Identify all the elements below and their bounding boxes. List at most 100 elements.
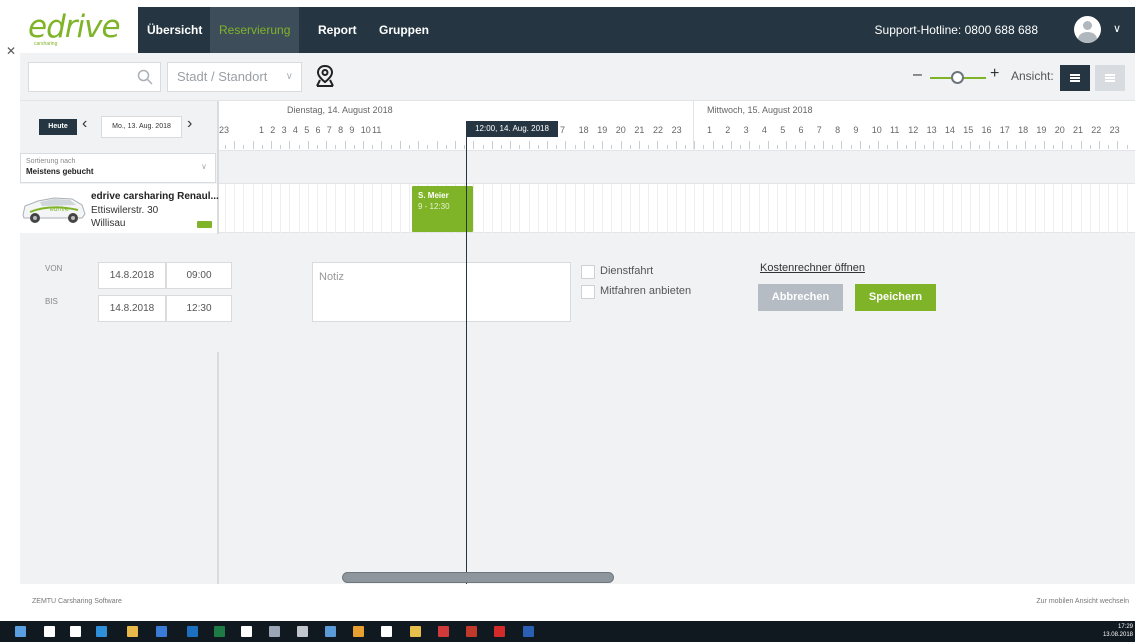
grid-line	[1126, 184, 1128, 233]
timeline-tick	[528, 141, 530, 149]
timeline-tick	[372, 145, 374, 149]
location-select[interactable]: Stadt / Standort ∨	[167, 62, 302, 92]
grid-line	[409, 184, 410, 233]
grid-line	[583, 184, 585, 233]
grid-line	[1016, 184, 1018, 233]
excel-icon[interactable]	[214, 626, 225, 637]
app-icon[interactable]	[438, 626, 449, 637]
word-icon[interactable]	[523, 626, 534, 637]
chevron-right-icon[interactable]: ›	[187, 115, 192, 133]
grid-line	[731, 184, 732, 233]
timeline-tick	[491, 141, 493, 149]
pdf-icon[interactable]	[494, 626, 505, 637]
from-date-input[interactable]: 14.8.2018	[98, 262, 166, 289]
timeline-tick	[666, 145, 668, 149]
today-button[interactable]: Heute	[39, 119, 77, 135]
mobile-view-link[interactable]: Zur mobilen Ansicht wechseln	[1036, 598, 1129, 605]
zoom-slider-handle[interactable]	[951, 71, 964, 84]
nav-reservierung[interactable]: Reservierung	[210, 7, 300, 53]
windows-start-icon[interactable]	[15, 626, 26, 637]
chevron-left-icon[interactable]: ‹	[82, 115, 87, 133]
hour-label: 6	[798, 125, 804, 135]
booking-block[interactable]: S. Meier 9 - 12:30	[412, 186, 473, 232]
zoom-in-button[interactable]: +	[990, 65, 999, 83]
hour-label: 10	[360, 125, 371, 135]
note-textarea[interactable]: Notiz	[312, 262, 571, 322]
timeline-tick	[905, 145, 907, 149]
file-explorer-icon[interactable]	[127, 626, 138, 637]
chevron-down-icon: ∨	[285, 71, 293, 82]
search-icon[interactable]	[136, 68, 154, 86]
timeline-tick	[307, 141, 309, 149]
hour-label: 23	[671, 125, 682, 135]
notepad-icon[interactable]	[241, 626, 252, 637]
nav-uebersicht[interactable]: Übersicht	[138, 7, 211, 53]
search-icon[interactable]	[44, 626, 55, 637]
app-icon[interactable]	[325, 626, 336, 637]
view-label: Ansicht:	[1011, 69, 1054, 83]
sort-select[interactable]: Sortierung nach Meistens gebucht ∨	[20, 153, 216, 183]
business-trip-checkbox[interactable]	[581, 265, 595, 279]
access-icon[interactable]	[466, 626, 477, 637]
compact-view-button[interactable]	[1095, 65, 1125, 91]
app-icon[interactable]	[297, 626, 308, 637]
close-icon[interactable]: ✕	[6, 44, 16, 58]
zoom-out-button[interactable]: –	[913, 66, 922, 84]
chrome-icon[interactable]	[353, 626, 364, 637]
map-pin-icon[interactable]	[314, 64, 336, 88]
chevron-down-icon: ∨	[201, 162, 207, 171]
cost-calculator-link[interactable]: Kostenrechner öffnen	[760, 262, 865, 274]
timeline-tick	[951, 141, 953, 149]
hour-label: 19	[1036, 125, 1047, 135]
grid-line	[482, 184, 484, 233]
to-time-input[interactable]: 12:30	[166, 295, 232, 322]
nav-report[interactable]: Report	[309, 7, 366, 53]
timeline-header[interactable]: Dienstag, 14. August 2018 Mittwoch, 15. …	[219, 101, 1135, 151]
timeline-tick	[455, 141, 456, 149]
to-date-input[interactable]: 14.8.2018	[98, 295, 166, 322]
app-icon[interactable]	[381, 626, 392, 637]
hour-label: 7	[560, 125, 566, 135]
task-view-icon[interactable]	[70, 626, 81, 637]
app-icon[interactable]	[410, 626, 421, 637]
timeline-tick	[574, 145, 576, 149]
grid-line	[556, 184, 558, 233]
horizontal-scrollbar[interactable]	[342, 572, 614, 583]
grid-line	[1007, 184, 1008, 233]
grid-line	[758, 184, 760, 233]
logo[interactable]: edrive carsharing	[20, 7, 138, 53]
taskbar-time: 17:29	[1117, 624, 1133, 630]
grid-line	[510, 184, 512, 233]
date-picker[interactable]: Mo., 13. Aug. 2018	[101, 116, 182, 138]
from-time-input[interactable]: 09:00	[166, 262, 232, 289]
current-time-line	[466, 137, 467, 584]
offer-ride-checkbox[interactable]	[581, 285, 595, 299]
timeline-tick	[712, 141, 714, 149]
search-input[interactable]	[28, 62, 161, 92]
list-view-button[interactable]	[1060, 65, 1090, 91]
outlook-icon[interactable]	[187, 626, 198, 637]
grid-line	[491, 184, 493, 233]
cancel-button[interactable]: Abbrechen	[758, 284, 843, 311]
edge-icon[interactable]	[96, 626, 107, 637]
timeline-tick	[997, 145, 999, 149]
app-icon[interactable]	[269, 626, 280, 637]
timeline-tick	[915, 141, 916, 149]
timeline-tick	[1043, 141, 1045, 149]
hour-label: 3	[281, 125, 287, 135]
hour-label: 6	[315, 125, 321, 135]
vehicle-timeline-row[interactable]: S. Meier 9 - 12:30	[219, 184, 1135, 233]
info-app-icon[interactable]	[156, 626, 167, 637]
timeline-tick	[1053, 145, 1054, 149]
avatar[interactable]	[1074, 16, 1101, 43]
grid-line	[878, 184, 880, 233]
nav-gruppen[interactable]: Gruppen	[370, 7, 438, 53]
timeline-tick	[271, 141, 272, 149]
timeline-tick	[418, 141, 420, 149]
sort-value: Meistens gebucht	[26, 167, 94, 176]
save-button[interactable]: Speichern	[855, 284, 936, 311]
chevron-down-icon[interactable]: ∨	[1113, 22, 1121, 35]
timeline-tick	[675, 141, 677, 149]
day-label: Dienstag, 14. August 2018	[287, 105, 393, 115]
vehicle-row[interactable]: edrive edrive carsharing Renaul... Ettis…	[20, 184, 219, 233]
